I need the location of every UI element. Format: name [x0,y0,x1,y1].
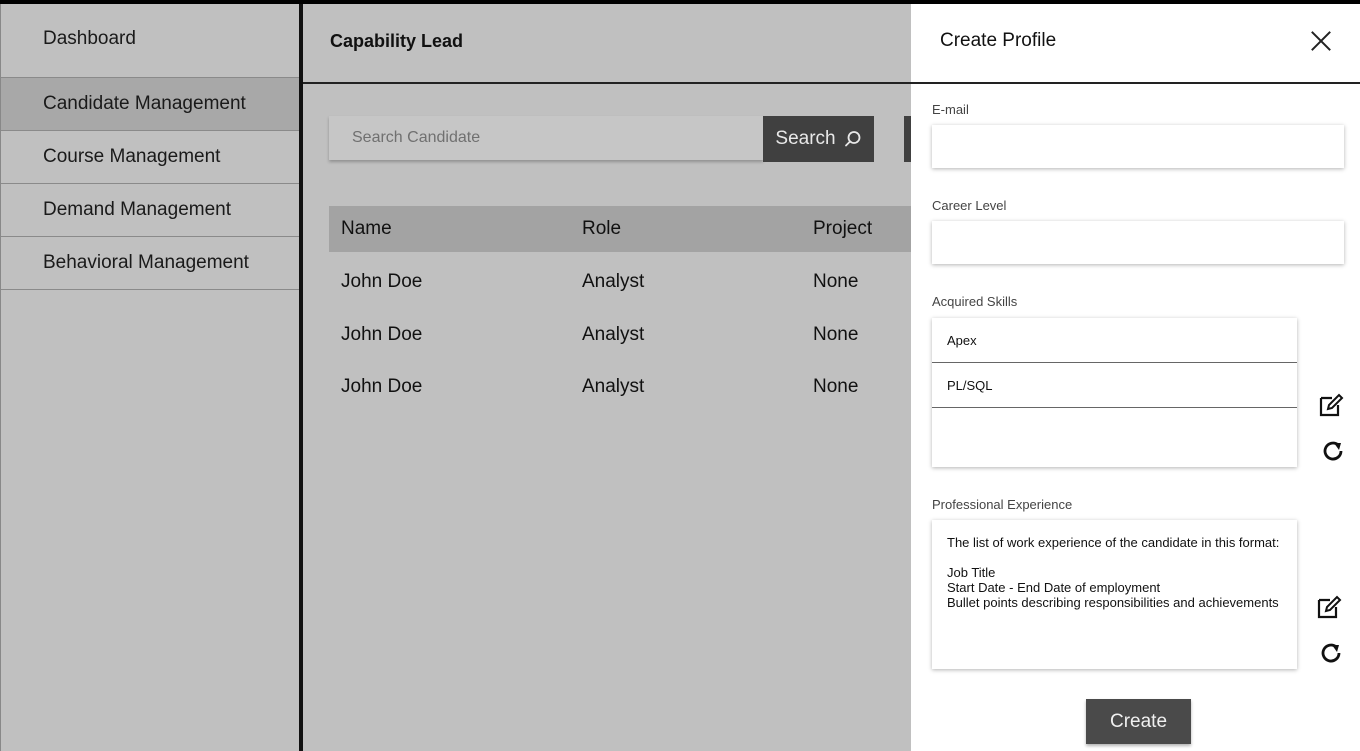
skill-label: Apex [947,332,977,348]
cell-project: None [813,323,859,345]
table-row[interactable]: John Doe Analyst None [329,256,911,309]
table-row[interactable]: John Doe Analyst None [329,361,911,414]
professional-experience-label: Professional Experience [932,497,1073,512]
cell-project: None [813,271,859,293]
cell-project: None [813,376,859,398]
main-content: Capability Lead Search Name Role Project… [303,4,911,751]
edit-icon[interactable] [1318,392,1344,418]
sidebar-item-behavioral-management[interactable]: Behavioral Management [1,237,299,290]
column-header-project: Project [813,218,873,239]
search-bar: Search [329,116,874,162]
add-candidate-button[interactable] [904,116,911,162]
create-button[interactable]: Create [1086,699,1191,744]
search-button[interactable]: Search [763,116,874,162]
table-row[interactable]: John Doe Analyst None [329,309,911,362]
cell-role: Analyst [582,323,645,345]
search-button-label: Search [775,128,836,149]
page-title: Capability Lead [330,30,464,51]
candidate-table: Name Role Project John Doe Analyst None … [329,206,911,414]
sidebar: Dashboard Candidate Management Course Ma… [0,4,299,751]
career-level-field[interactable] [932,221,1344,264]
cell-role: Analyst [582,376,645,398]
sidebar-item-label: Dashboard [43,28,136,49]
edit-icon[interactable] [1316,594,1342,620]
sidebar-item-demand-management[interactable]: Demand Management [1,184,299,237]
email-label: E-mail [932,102,969,117]
sidebar-item-label: Behavioral Management [43,252,249,273]
email-field[interactable] [932,125,1344,168]
sidebar-item-candidate-management[interactable]: Candidate Management [1,78,299,131]
cell-name: John Doe [341,271,423,293]
skills-list[interactable]: Apex PL/SQL [932,318,1297,467]
experience-line: Job Title [947,565,996,580]
experience-field[interactable]: The list of work experience of the candi… [932,520,1297,669]
refresh-icon[interactable] [1320,438,1346,464]
drawer-header: Create Profile [911,4,1360,84]
list-item[interactable]: Apex [932,318,1297,363]
skill-label: PL/SQL [947,377,993,393]
acquired-skills-label: Acquired Skills [932,294,1018,309]
close-icon[interactable] [1310,30,1332,52]
experience-line: Bullet points describing responsibilitie… [947,595,1279,610]
experience-line: Start Date - End Date of employment [947,580,1161,595]
sidebar-item-course-management[interactable]: Course Management [1,131,299,184]
drawer-title: Create Profile [940,30,1057,51]
create-profile-drawer: Create Profile E-mail Career Level Acqui… [911,4,1360,751]
cell-role: Analyst [582,271,645,293]
column-header-name: Name [341,218,392,239]
experience-line: The list of work experience of the candi… [947,535,1280,550]
table-header: Name Role Project [329,206,911,252]
list-item[interactable]: PL/SQL [932,363,1297,408]
sidebar-item-label: Course Management [43,146,221,167]
column-header-role: Role [582,218,622,239]
cell-name: John Doe [341,323,423,345]
search-icon [844,131,860,147]
sidebar-item-label: Candidate Management [43,93,246,114]
sidebar-item-dashboard[interactable]: Dashboard [1,4,299,78]
refresh-icon[interactable] [1318,640,1344,666]
search-input[interactable] [329,116,763,160]
cell-name: John Doe [341,376,423,398]
sidebar-item-label: Demand Management [43,199,231,220]
main-header: Capability Lead [303,4,911,84]
career-level-label: Career Level [932,198,1007,213]
create-button-label: Create [1109,710,1168,732]
